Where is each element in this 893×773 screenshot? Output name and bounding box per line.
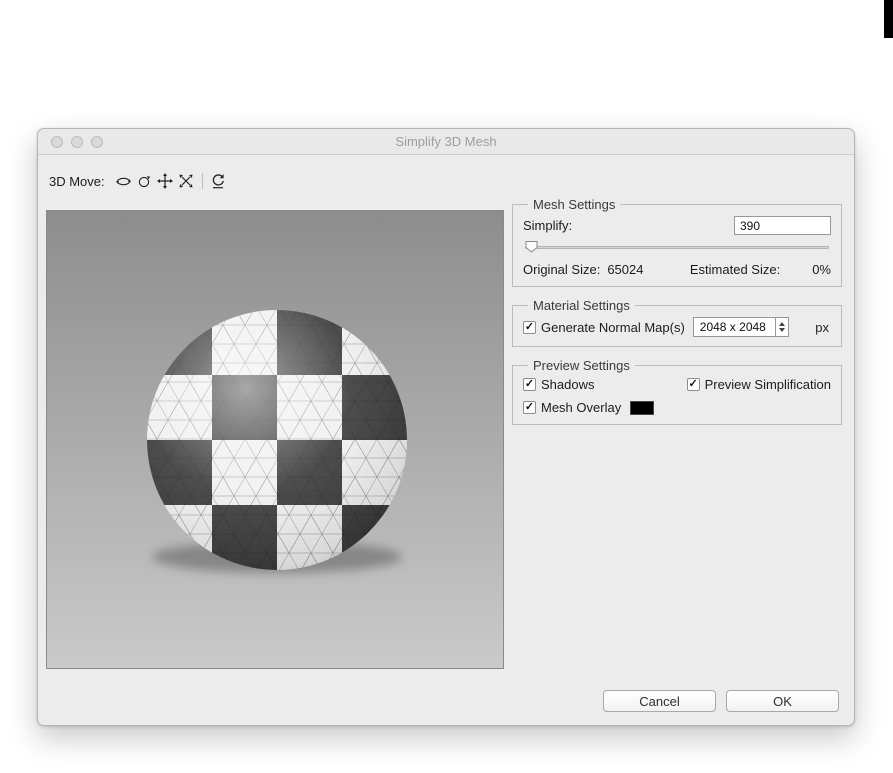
original-size-value: 65024 [607,262,644,277]
orbit-tool-button[interactable] [113,171,134,191]
close-button[interactable] [51,136,63,148]
material-settings-title: Material Settings [533,298,630,313]
check-icon: ✓ [688,378,698,390]
px-unit-label: px [815,319,829,335]
estimated-size-label: Estimated Size: [689,262,781,277]
preview-simplification-checkbox[interactable]: ✓ Preview Simplification [686,377,831,392]
minimize-button[interactable] [71,136,83,148]
pan-icon [157,173,174,189]
orbit-icon [115,174,132,189]
down-arrow-icon [778,328,785,332]
mesh-settings-title: Mesh Settings [533,197,616,212]
reset-camera-button[interactable] [208,171,229,191]
preview-settings-title: Preview Settings [533,358,630,373]
toolbar-divider [201,173,203,189]
zoom-button[interactable] [91,136,103,148]
check-icon: ✓ [524,320,535,333]
stepper-icon [774,318,788,336]
generate-normal-map-checkbox[interactable]: ✓ Generate Normal Map(s) [523,320,685,335]
checkbox-box: ✓ [523,378,536,391]
material-settings-group: Material Settings ✓ Generate Normal Map(… [512,298,842,347]
estimated-size-value: 0% [812,262,831,277]
simplify-3d-mesh-dialog: Simplify 3D Mesh 3D Move: Mesh Settings … [37,128,855,726]
mesh-overlay-label: Mesh Overlay [541,400,622,415]
shadows-label: Shadows [541,377,595,392]
window-title: Simplify 3D Mesh [395,134,497,149]
settings-panel: Mesh Settings Simplify: Original Size: 6… [512,197,842,436]
screen-corner-decoration [884,0,893,38]
titlebar: Simplify 3D Mesh [38,129,854,155]
simplify-slider[interactable] [523,240,831,254]
slider-thumb[interactable] [525,240,538,253]
up-arrow-icon [778,322,785,326]
pan-tool-button[interactable] [155,171,176,191]
mesh-overlay-checkbox[interactable]: ✓ Mesh Overlay [523,400,621,415]
original-size-label: Original Size: [523,262,601,277]
3d-move-toolbar: 3D Move: [49,169,229,193]
roll-icon [136,174,152,189]
mesh-settings-group: Mesh Settings Simplify: Original Size: 6… [512,197,842,287]
roll-tool-button[interactable] [134,171,155,191]
mesh-overlay-color-swatch[interactable] [630,400,655,415]
slide-tool-button[interactable] [176,171,197,191]
checkered-sphere-render [47,211,503,668]
reset-camera-icon [210,173,226,189]
preview-settings-group: Preview Settings ✓ Shadows ✓ Preview Sim… [512,358,842,425]
slide-icon [178,173,194,189]
check-icon: ✓ [524,378,535,390]
shadows-checkbox[interactable]: ✓ Shadows [523,377,594,392]
checkbox-box: ✓ [523,320,536,334]
slider-track[interactable] [525,246,829,249]
preview-simplification-label: Preview Simplification [704,377,831,392]
checkbox-box: ✓ [523,401,536,414]
cancel-button[interactable]: Cancel [603,690,716,712]
normal-map-size-select[interactable]: 2048 x 2048 [692,317,789,337]
check-icon: ✓ [524,401,535,413]
ok-button[interactable]: OK [726,690,839,712]
dialog-buttons: Cancel OK [603,690,839,712]
generate-normal-map-label: Generate Normal Map(s) [541,319,685,335]
normal-map-size-value: 2048 x 2048 [699,320,766,334]
simplify-label: Simplify: [523,218,573,233]
3d-preview-viewport[interactable] [46,210,504,669]
traffic-lights [51,136,103,148]
toolbar-label: 3D Move: [49,173,105,189]
checkbox-box: ✓ [686,378,700,391]
simplify-value-input[interactable] [734,216,831,235]
